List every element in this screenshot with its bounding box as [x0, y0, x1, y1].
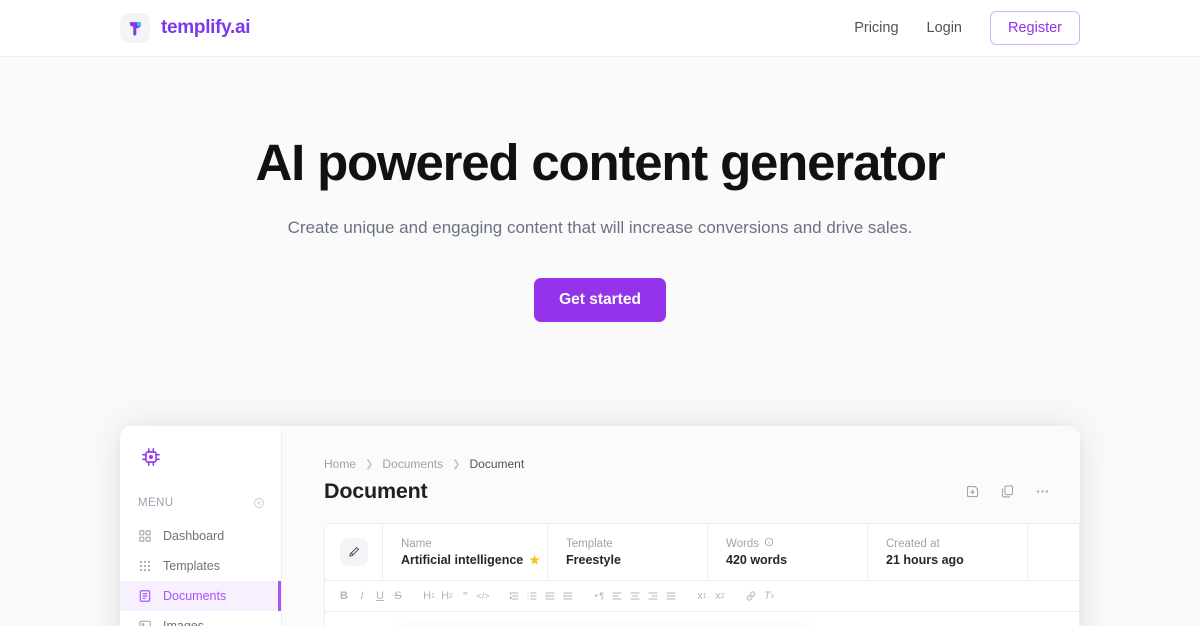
chevron-right-icon: ❯ [452, 458, 461, 470]
meta-label-wrapper: Words [726, 537, 849, 550]
meta-card-created-at: Created at 21 hours ago [868, 524, 1028, 580]
ellipsis-icon[interactable] [1035, 484, 1050, 499]
sidebar-menu-header: MENU [120, 473, 281, 509]
ordered-list-button[interactable] [505, 586, 523, 606]
copy-icon[interactable] [1000, 484, 1015, 499]
superscript-button[interactable]: x2 [711, 586, 729, 606]
landing-page-body: AI powered content generator Create uniq… [0, 57, 1200, 626]
italic-button[interactable]: I [353, 586, 371, 606]
breadcrumb-item-documents[interactable]: Documents [382, 457, 443, 471]
nav-link-login[interactable]: Login [927, 20, 962, 36]
favorite-star-icon[interactable]: ★ [529, 553, 540, 567]
meta-value: Freestyle [566, 552, 621, 567]
cta-wrapper: Get started [0, 277, 1200, 322]
info-circle-icon[interactable] [764, 537, 774, 550]
document-lines-icon [138, 589, 152, 603]
sidebar-nav-list: Dashboard Templates Documents Images [120, 521, 281, 626]
meta-card-words: Words 420 words [708, 524, 868, 580]
document-actions [965, 484, 1050, 499]
sidebar-item-dashboard[interactable]: Dashboard [120, 521, 281, 551]
hero-section: AI powered content generator Create uniq… [0, 57, 1200, 322]
sidebar-item-label: Templates [163, 559, 220, 573]
blockquote-button[interactable]: ” [456, 586, 474, 606]
app-preview-screenshot: MENU Dashboard Templates Documents Image… [120, 426, 1080, 626]
breadcrumb: Home ❯ Documents ❯ Document [282, 426, 1080, 471]
sidebar-menu-label: MENU [138, 497, 174, 509]
document-meta-row: Name Artificial intelligence ★ Template … [324, 523, 1080, 581]
breadcrumb-item-current: Document [469, 457, 525, 471]
meta-label: Template [566, 537, 613, 550]
save-disk-icon[interactable] [965, 484, 980, 499]
code-block-button[interactable]: </> [474, 586, 492, 606]
nav-link-pricing[interactable]: Pricing [854, 20, 898, 36]
document-edit-cell[interactable] [325, 524, 383, 580]
image-picture-icon [138, 619, 152, 626]
meta-value: 420 words [726, 553, 788, 567]
pencil-edit-icon [339, 538, 368, 566]
main-navigation: Pricing Login Register [854, 11, 1080, 45]
paragraph-direction-button[interactable]: ‣¶ [590, 586, 608, 606]
indent-button[interactable] [559, 586, 577, 606]
document-header: Document [282, 471, 1080, 504]
meta-card-name: Name Artificial intelligence ★ [383, 524, 548, 580]
align-center-button[interactable] [626, 586, 644, 606]
align-left-button[interactable] [608, 586, 626, 606]
app-main-content: Home ❯ Documents ❯ Document Document Nam… [282, 426, 1080, 626]
outdent-button[interactable] [541, 586, 559, 606]
collapse-circle-icon[interactable] [253, 497, 265, 509]
hero-subtitle: Create unique and engaging content that … [287, 218, 913, 238]
dots-grid-icon [138, 559, 152, 573]
meta-value: 21 hours ago [886, 552, 964, 567]
insert-link-button[interactable] [742, 586, 760, 606]
breadcrumb-item-home[interactable]: Home [324, 457, 356, 471]
document-title: Document [324, 479, 428, 503]
sidebar-item-label: Images [163, 619, 204, 626]
site-header: templify.ai Pricing Login Register [0, 0, 1200, 57]
chevron-right-icon: ❯ [365, 458, 374, 470]
sidebar-item-templates[interactable]: Templates [120, 551, 281, 581]
align-right-button[interactable] [644, 586, 662, 606]
grid-squares-icon [138, 529, 152, 543]
sidebar-item-label: Documents [163, 589, 227, 603]
page-title: AI powered content generator [255, 134, 946, 191]
document-editor-body[interactable]: Artificial intelligence Artificial Intel… [324, 612, 1080, 626]
sidebar-item-label: Dashboard [163, 529, 225, 543]
meta-value: Artificial intelligence [401, 552, 524, 567]
clear-formatting-button[interactable]: Tx [760, 586, 778, 606]
meta-label: Created at [886, 537, 940, 550]
sidebar-item-documents[interactable]: Documents [120, 581, 281, 611]
meta-label: Name [401, 537, 432, 550]
brand-name: templify.ai [161, 17, 251, 38]
get-started-button[interactable]: Get started [534, 277, 666, 322]
templify-t-logo-icon [120, 13, 150, 43]
strikethrough-button[interactable]: S [389, 586, 407, 606]
heading-2-button[interactable]: H2 [438, 586, 456, 606]
editor-toolbar: B I U S H1 H2 ” </> ‣¶ x 1 x 2 T x [324, 581, 1080, 612]
meta-card-template: Template Freestyle [548, 524, 708, 580]
underline-button[interactable]: U [371, 586, 389, 606]
align-justify-button[interactable] [662, 586, 680, 606]
brand-logo-link[interactable]: templify.ai [120, 13, 251, 43]
subscript-button[interactable]: x1 [693, 586, 711, 606]
meta-label: Words [726, 537, 760, 550]
cpu-chip-icon [120, 438, 281, 473]
heading-1-button[interactable]: H1 [420, 586, 438, 606]
app-sidebar: MENU Dashboard Templates Documents Image… [120, 426, 282, 626]
register-button[interactable]: Register [990, 11, 1080, 45]
bullet-list-button[interactable] [523, 586, 541, 606]
sidebar-item-images[interactable]: Images [120, 611, 281, 626]
meta-value-wrapper: Artificial intelligence ★ [401, 552, 540, 567]
bold-button[interactable]: B [335, 586, 353, 606]
